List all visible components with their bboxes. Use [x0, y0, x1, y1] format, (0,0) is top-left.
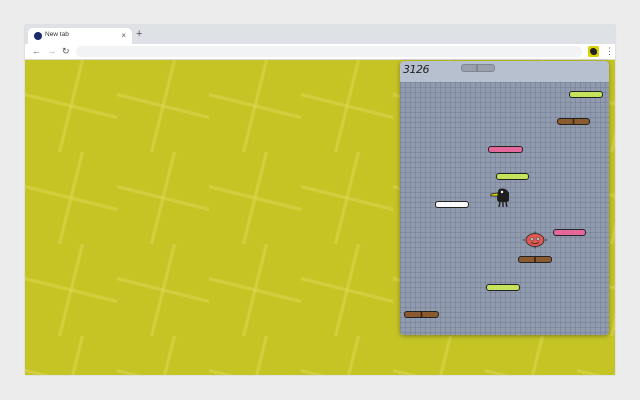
- doodler-logo-icon: [590, 48, 597, 55]
- platform-brown: [404, 311, 439, 318]
- platform-white: [435, 201, 469, 208]
- game-header: 3126: [400, 61, 609, 82]
- doodler-character: [490, 188, 509, 208]
- platform-pink: [553, 229, 586, 236]
- monster-enemy: [522, 231, 548, 249]
- browser-menu-button[interactable]: ⋮: [605, 45, 614, 58]
- back-button[interactable]: ←: [32, 45, 41, 58]
- platform-green: [486, 284, 520, 291]
- score-display: 3126: [403, 63, 430, 76]
- reload-button[interactable]: ↻: [62, 45, 70, 58]
- tab-title: New tab: [45, 31, 69, 38]
- browser-toolbar: ← → ↻ ⋮: [25, 44, 615, 60]
- address-bar[interactable]: [76, 46, 582, 57]
- close-tab-icon[interactable]: ×: [121, 30, 126, 41]
- platform-brown: [518, 256, 552, 263]
- platform-brown: [557, 118, 590, 125]
- forward-button[interactable]: →: [47, 45, 56, 58]
- pause-button[interactable]: [461, 64, 495, 72]
- platform-pink: [488, 146, 523, 153]
- tab-strip: New tab × +: [25, 25, 615, 44]
- platform-green: [569, 91, 603, 98]
- new-tab-button[interactable]: +: [136, 27, 142, 41]
- platform-green: [496, 173, 529, 180]
- tab-new-tab[interactable]: New tab ×: [28, 28, 132, 44]
- doodle-jump-extension-icon[interactable]: [588, 46, 599, 57]
- favicon-icon: [34, 32, 42, 40]
